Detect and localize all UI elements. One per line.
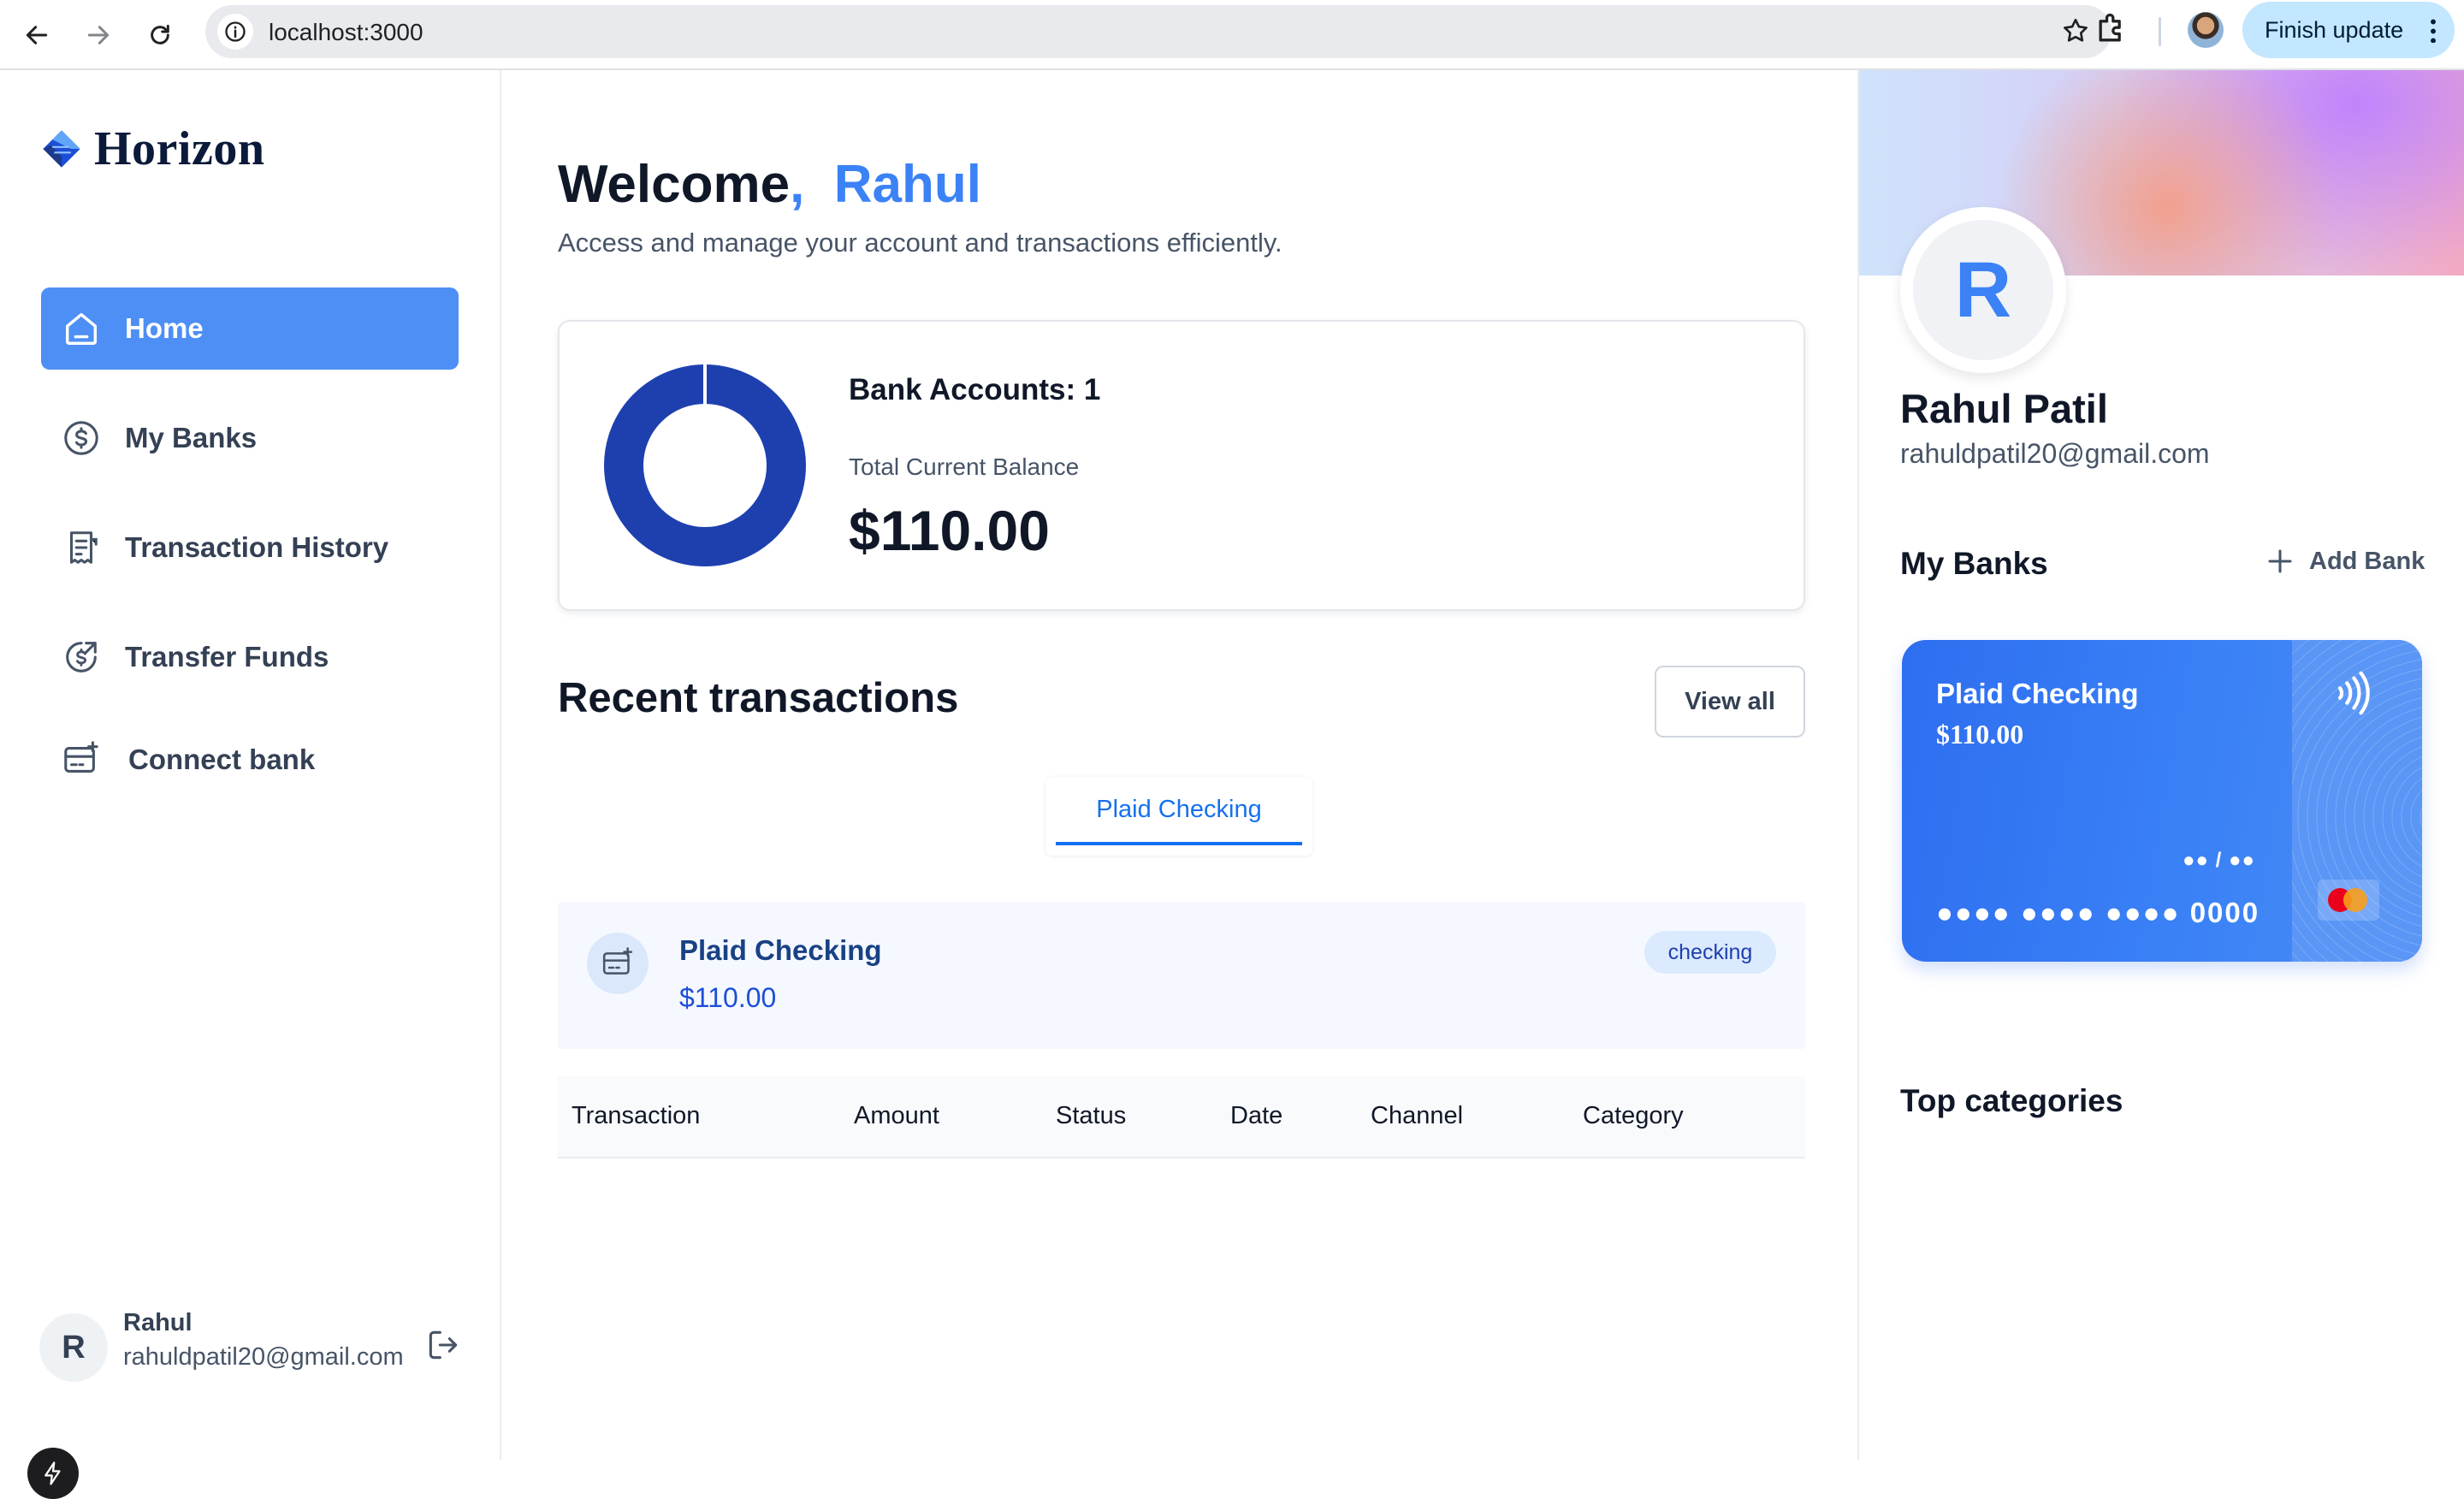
bank-accounts-count: Bank Accounts: 1 xyxy=(849,373,1101,406)
sidebar-item-home[interactable]: Home xyxy=(41,287,459,370)
forward-icon[interactable] xyxy=(75,12,121,58)
avatar: R xyxy=(39,1313,108,1382)
tab-plaid-checking[interactable]: Plaid Checking xyxy=(1056,777,1302,845)
balance-label: Total Current Balance xyxy=(849,453,1080,480)
sidebar-item-label: My Banks xyxy=(125,422,258,453)
money-send-icon xyxy=(60,636,103,678)
sidebar-item-transfer-funds[interactable]: Transfer Funds xyxy=(41,616,459,698)
contactless-icon xyxy=(2337,671,2370,715)
my-banks-title: My Banks xyxy=(1900,546,2048,581)
profile-email: rahuldpatil20@gmail.com xyxy=(1900,438,2210,469)
sidebar-user: R Rahul rahuldpatil20@gmail.com xyxy=(39,1309,467,1386)
sidebar-item-transaction-history[interactable]: Transaction History xyxy=(41,507,459,589)
profile-avatar-large: R xyxy=(1900,207,2066,373)
toolbar-divider xyxy=(2159,17,2161,46)
welcome-comma: , xyxy=(790,155,805,214)
receipt-icon xyxy=(60,526,103,569)
column-header-amount: Amount xyxy=(854,1102,939,1129)
finish-update-label: Finish update xyxy=(2265,16,2404,43)
logout-icon[interactable] xyxy=(424,1326,462,1364)
back-icon[interactable] xyxy=(14,12,60,58)
card-bank-name: Plaid Checking xyxy=(1936,678,2139,709)
card-expiry: ●● / ●● xyxy=(2183,849,2255,872)
page-subtitle: Access and manage your account and trans… xyxy=(558,228,1282,258)
bank-tabs: Plaid Checking xyxy=(1045,777,1312,856)
account-type-badge: checking xyxy=(1644,931,1776,974)
bank-card[interactable]: Plaid Checking $110.00 ●● / ●● ●●●● ●●●●… xyxy=(1902,640,2422,962)
extensions-icon[interactable] xyxy=(2093,10,2130,52)
account-balance: $110.00 xyxy=(679,982,777,1013)
column-header-transaction: Transaction xyxy=(572,1102,701,1129)
sidebar-item-label: Connect bank xyxy=(128,744,316,775)
right-sidebar: R Rahul Patil rahuldpatil20@gmail.com My… xyxy=(1857,70,2464,1460)
browser-toolbar: localhost:3000 Finish update xyxy=(0,0,2464,70)
address-bar[interactable]: localhost:3000 xyxy=(205,5,2112,58)
add-bank-label: Add Bank xyxy=(2309,547,2426,575)
site-info-icon[interactable] xyxy=(217,14,253,50)
plus-icon xyxy=(2268,549,2292,573)
welcome-text: Welcome xyxy=(558,155,791,214)
transactions-table-header: Transaction Amount Status Date Channel C… xyxy=(558,1076,1805,1158)
sidebar-item-label: Transaction History xyxy=(125,531,389,563)
card-balance: $110.00 xyxy=(1936,719,2024,750)
page-title: Welcome, Rahul xyxy=(558,154,981,215)
add-bank-button[interactable]: Add Bank xyxy=(2265,546,2425,577)
card-number: ●●●● ●●●● ●●●● 0000 xyxy=(1936,897,2260,928)
column-header-category: Category xyxy=(1583,1102,1684,1129)
column-header-date: Date xyxy=(1230,1102,1283,1129)
sidebar-item-connect-bank[interactable]: Connect bank xyxy=(41,719,459,801)
user-name: Rahul xyxy=(123,1309,192,1336)
finish-update-button[interactable]: Finish update xyxy=(2242,2,2455,58)
total-balance-card: Bank Accounts: 1 Total Current Balance $… xyxy=(558,320,1805,611)
mastercard-circle-orange xyxy=(2343,888,2367,912)
total-balance: $110.00 xyxy=(849,499,1050,562)
more-menu-icon[interactable] xyxy=(2431,17,2436,43)
main-content: Welcome, Rahul Access and manage your ac… xyxy=(503,70,1857,1460)
top-categories-title: Top categories xyxy=(1900,1083,2123,1118)
view-all-button[interactable]: View all xyxy=(1655,666,1805,738)
column-header-channel: Channel xyxy=(1371,1102,1464,1129)
column-header-status: Status xyxy=(1056,1102,1127,1129)
mastercard-icon xyxy=(2318,880,2379,921)
profile-name: Rahul Patil xyxy=(1900,386,2108,431)
recent-transactions-title: Recent transactions xyxy=(558,675,959,721)
user-email: rahuldpatil20@gmail.com xyxy=(123,1343,404,1371)
home-icon xyxy=(60,307,103,350)
welcome-user-name: Rahul xyxy=(833,155,981,214)
donut-ring xyxy=(604,364,806,566)
account-name: Plaid Checking xyxy=(679,934,882,966)
lightning-icon[interactable] xyxy=(27,1448,79,1499)
balance-donut-chart xyxy=(604,364,806,566)
dollar-circle-icon xyxy=(60,417,103,459)
sidebar-item-my-banks[interactable]: My Banks xyxy=(41,397,459,479)
brand-name: Horizon xyxy=(94,122,265,175)
left-sidebar: Horizon Home My Banks Transaction Histor… xyxy=(0,70,501,1499)
profile-avatar[interactable] xyxy=(2188,12,2224,48)
bank-card-icon xyxy=(587,933,649,994)
horizon-logo-icon xyxy=(43,130,80,168)
brand-logo[interactable]: Horizon xyxy=(39,121,264,176)
profile-initial: R xyxy=(1913,220,2053,360)
sidebar-item-label: Home xyxy=(125,312,204,344)
bookmark-star-icon[interactable] xyxy=(2060,15,2091,50)
connect-bank-icon xyxy=(60,738,103,781)
reload-icon[interactable] xyxy=(137,12,183,58)
sidebar-item-label: Transfer Funds xyxy=(125,641,329,672)
url-text[interactable]: localhost:3000 xyxy=(269,19,424,46)
bank-account-summary[interactable]: Plaid Checking $110.00 checking xyxy=(558,902,1805,1049)
